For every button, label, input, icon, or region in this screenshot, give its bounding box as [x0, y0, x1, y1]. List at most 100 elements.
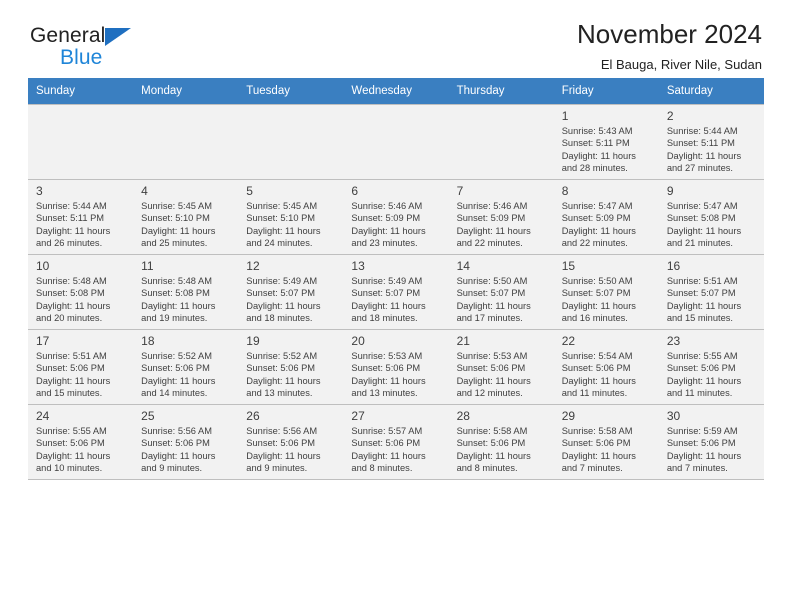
day-number: 7	[456, 184, 464, 198]
day-details: Sunrise: 5:47 AM Sunset: 5:08 PM Daylight:…	[667, 200, 757, 250]
calendar-day-cell[interactable]: 8 Sunrise: 5:47 AM Sunset: 5:09 PM Daylight…	[553, 179, 659, 255]
day-number: 22	[561, 334, 576, 348]
daylight-text: Daylight: 11 hours and 18 minutes.	[246, 300, 321, 324]
day-number: 19	[246, 334, 260, 348]
day-details: Sunrise: 5:50 AM Sunset: 5:07 PM Daylight:…	[562, 275, 652, 325]
daylight-text: Daylight: 11 hours and 28 minutes.	[561, 150, 636, 174]
sunset-text: Sunset: 5:11 PM	[666, 138, 735, 149]
sunrise-text: Sunrise: 5:58 AM	[561, 426, 633, 436]
calendar-day-cell[interactable]: 21 Sunrise: 5:53 AM Sunset: 5:06 PM Dayligh…	[448, 329, 554, 405]
day-details: Sunrise: 5:57 AM Sunset: 5:06 PM Daylight:…	[351, 425, 441, 475]
calendar-day-cell[interactable]: 12 Sunrise: 5:49 AM Sunset: 5:07 PM Dayligh…	[238, 254, 344, 330]
calendar-day-cell[interactable]: 23 Sunrise: 5:55 AM Sunset: 5:06 PM Dayligh…	[658, 329, 764, 405]
day-details: Sunrise: 5:56 AM Sunset: 5:06 PM Daylight:…	[141, 425, 231, 475]
day-details: Sunrise: 5:59 AM Sunset: 5:06 PM Daylight:…	[667, 425, 757, 475]
page-header: General Blue November 2024 El Bauga, Riv…	[28, 0, 764, 78]
sunrise-text: Sunrise: 5:44 AM	[666, 126, 738, 136]
sunset-text: Sunset: 5:07 PM	[666, 288, 736, 299]
sunrise-text: Sunrise: 5:49 AM	[351, 276, 423, 286]
sunrise-text: Sunrise: 5:52 AM	[141, 351, 212, 361]
day-details: Sunrise: 5:45 AM Sunset: 5:10 PM Daylight:…	[246, 200, 336, 250]
calendar-day-cell-empty	[238, 104, 344, 180]
calendar-day-cell[interactable]: 11 Sunrise: 5:48 AM Sunset: 5:08 PM Dayligh…	[133, 254, 239, 330]
sunset-text: Sunset: 5:07 PM	[246, 288, 316, 299]
sunrise-text: Sunrise: 5:49 AM	[246, 276, 318, 286]
day-details: Sunrise: 5:45 AM Sunset: 5:10 PM Daylight:…	[141, 200, 231, 250]
sunrise-text: Sunrise: 5:46 AM	[351, 201, 423, 211]
title-block: November 2024 El Bauga, River Nile, Suda…	[577, 19, 764, 72]
calendar-day-cell[interactable]: 27 Sunrise: 5:57 AM Sunset: 5:06 PM Dayligh…	[343, 404, 449, 480]
calendar-day-cell[interactable]: 3 Sunrise: 5:44 AM Sunset: 5:11 PM Daylight…	[28, 179, 134, 255]
sunset-text: Sunset: 5:06 PM	[666, 363, 736, 374]
sunset-text: Sunset: 5:09 PM	[561, 213, 631, 224]
calendar-day-cell[interactable]: 5 Sunrise: 5:45 AM Sunset: 5:10 PM Daylight…	[238, 179, 344, 255]
calendar-day-cell[interactable]: 4 Sunrise: 5:45 AM Sunset: 5:10 PM Daylight…	[133, 179, 239, 255]
calendar-week-row: 3 Sunrise: 5:44 AM Sunset: 5:11 PM Daylight…	[28, 179, 764, 255]
sunrise-text: Sunrise: 5:53 AM	[456, 351, 528, 361]
calendar-day-cell[interactable]: 1 Sunrise: 5:43 AM Sunset: 5:11 PM Daylight…	[553, 104, 659, 180]
day-details: Sunrise: 5:54 AM Sunset: 5:06 PM Daylight:…	[562, 350, 652, 400]
calendar-day-cell[interactable]: 15 Sunrise: 5:50 AM Sunset: 5:07 PM Dayligh…	[553, 254, 659, 330]
daylight-text: Daylight: 11 hours and 21 minutes.	[666, 225, 742, 249]
sunset-text: Sunset: 5:08 PM	[666, 213, 736, 224]
day-cell-content: 20 Sunrise: 5:53 AM Sunset: 5:06 PM Dayligh…	[343, 330, 448, 404]
day-details: Sunrise: 5:47 AM Sunset: 5:09 PM Daylight:…	[562, 200, 652, 250]
sunset-text: Sunset: 5:06 PM	[456, 363, 526, 374]
weekday-header-sunday: Sunday	[28, 78, 134, 105]
day-details: Sunrise: 5:56 AM Sunset: 5:06 PM Daylight:…	[246, 425, 336, 475]
day-cell-content: 30 Sunrise: 5:59 AM Sunset: 5:06 PM Dayligh…	[659, 405, 764, 479]
calendar-day-cell[interactable]: 6 Sunrise: 5:46 AM Sunset: 5:09 PM Daylight…	[343, 179, 449, 255]
day-number: 15	[561, 259, 576, 273]
calendar-day-cell[interactable]: 24 Sunrise: 5:55 AM Sunset: 5:06 PM Dayligh…	[28, 404, 134, 480]
general-blue-logo: General Blue	[28, 20, 158, 72]
sunset-text: Sunset: 5:10 PM	[141, 213, 210, 224]
sunset-text: Sunset: 5:10 PM	[246, 213, 316, 224]
calendar-day-cell[interactable]: 20 Sunrise: 5:53 AM Sunset: 5:06 PM Dayligh…	[343, 329, 449, 405]
calendar-day-cell[interactable]: 26 Sunrise: 5:56 AM Sunset: 5:06 PM Dayligh…	[238, 404, 344, 480]
day-details: Sunrise: 5:55 AM Sunset: 5:06 PM Daylight:…	[667, 350, 757, 400]
day-number: 13	[351, 259, 365, 273]
day-details: Sunrise: 5:51 AM Sunset: 5:07 PM Daylight:…	[667, 275, 757, 325]
calendar-day-cell[interactable]: 7 Sunrise: 5:46 AM Sunset: 5:09 PM Daylight…	[448, 179, 554, 255]
calendar-day-cell[interactable]: 16 Sunrise: 5:51 AM Sunset: 5:07 PM Dayligh…	[658, 254, 764, 330]
calendar-day-cell[interactable]: 17 Sunrise: 5:51 AM Sunset: 5:06 PM Dayligh…	[28, 329, 134, 405]
day-number: 12	[246, 259, 260, 273]
day-cell-content: 15 Sunrise: 5:50 AM Sunset: 5:07 PM Dayligh…	[554, 255, 659, 329]
sunset-text: Sunset: 5:06 PM	[666, 438, 736, 449]
sunset-text: Sunset: 5:09 PM	[351, 213, 421, 224]
day-cell-content: 29 Sunrise: 5:58 AM Sunset: 5:06 PM Dayligh…	[554, 405, 659, 479]
sunset-text: Sunset: 5:06 PM	[456, 438, 526, 449]
daylight-text: Daylight: 11 hours and 13 minutes.	[351, 375, 426, 399]
daylight-text: Daylight: 11 hours and 19 minutes.	[141, 300, 216, 324]
calendar-day-cell[interactable]: 22 Sunrise: 5:54 AM Sunset: 5:06 PM Dayligh…	[553, 329, 659, 405]
sunrise-text: Sunrise: 5:45 AM	[246, 201, 318, 211]
calendar-day-cell[interactable]: 2 Sunrise: 5:44 AM Sunset: 5:11 PM Daylight…	[658, 104, 764, 180]
calendar-day-cell[interactable]: 29 Sunrise: 5:58 AM Sunset: 5:06 PM Dayligh…	[553, 404, 659, 480]
day-number: 2	[666, 109, 674, 123]
sunrise-text: Sunrise: 5:53 AM	[351, 351, 423, 361]
day-cell-content: 7 Sunrise: 5:46 AM Sunset: 5:09 PM Daylight…	[449, 180, 554, 254]
sunrise-text: Sunrise: 5:45 AM	[141, 201, 212, 211]
calendar-day-cell[interactable]: 13 Sunrise: 5:49 AM Sunset: 5:07 PM Dayligh…	[343, 254, 449, 330]
daylight-text: Daylight: 11 hours and 12 minutes.	[456, 375, 531, 399]
calendar-day-cell[interactable]: 9 Sunrise: 5:47 AM Sunset: 5:08 PM Daylight…	[658, 179, 764, 255]
sunrise-text: Sunrise: 5:48 AM	[36, 276, 107, 286]
day-number: 28	[456, 409, 470, 423]
sunrise-text: Sunrise: 5:43 AM	[561, 126, 633, 136]
sunrise-text: Sunrise: 5:50 AM	[456, 276, 528, 286]
calendar-day-cell[interactable]: 14 Sunrise: 5:50 AM Sunset: 5:07 PM Dayligh…	[448, 254, 554, 330]
sunrise-text: Sunrise: 5:52 AM	[246, 351, 318, 361]
day-cell-content: 9 Sunrise: 5:47 AM Sunset: 5:08 PM Daylight…	[659, 180, 764, 254]
calendar-day-cell[interactable]: 30 Sunrise: 5:59 AM Sunset: 5:06 PM Dayligh…	[658, 404, 764, 480]
day-details: Sunrise: 5:58 AM Sunset: 5:06 PM Daylight:…	[562, 425, 652, 475]
calendar-day-cell[interactable]: 10 Sunrise: 5:48 AM Sunset: 5:08 PM Dayligh…	[28, 254, 134, 330]
day-cell-content: 10 Sunrise: 5:48 AM Sunset: 5:08 PM Dayligh…	[28, 255, 133, 329]
day-details: Sunrise: 5:43 AM Sunset: 5:11 PM Daylight:…	[562, 125, 652, 175]
day-details: Sunrise: 5:46 AM Sunset: 5:09 PM Daylight:…	[351, 200, 441, 250]
calendar-day-cell[interactable]: 19 Sunrise: 5:52 AM Sunset: 5:06 PM Dayligh…	[238, 329, 344, 405]
calendar-day-cell[interactable]: 25 Sunrise: 5:56 AM Sunset: 5:06 PM Dayligh…	[133, 404, 239, 480]
daylight-text: Daylight: 11 hours and 11 minutes.	[666, 375, 742, 399]
daylight-text: Daylight: 11 hours and 14 minutes.	[141, 375, 216, 399]
calendar-day-cell[interactable]: 18 Sunrise: 5:52 AM Sunset: 5:06 PM Dayligh…	[133, 329, 239, 405]
calendar-day-cell[interactable]: 28 Sunrise: 5:58 AM Sunset: 5:06 PM Dayligh…	[448, 404, 554, 480]
